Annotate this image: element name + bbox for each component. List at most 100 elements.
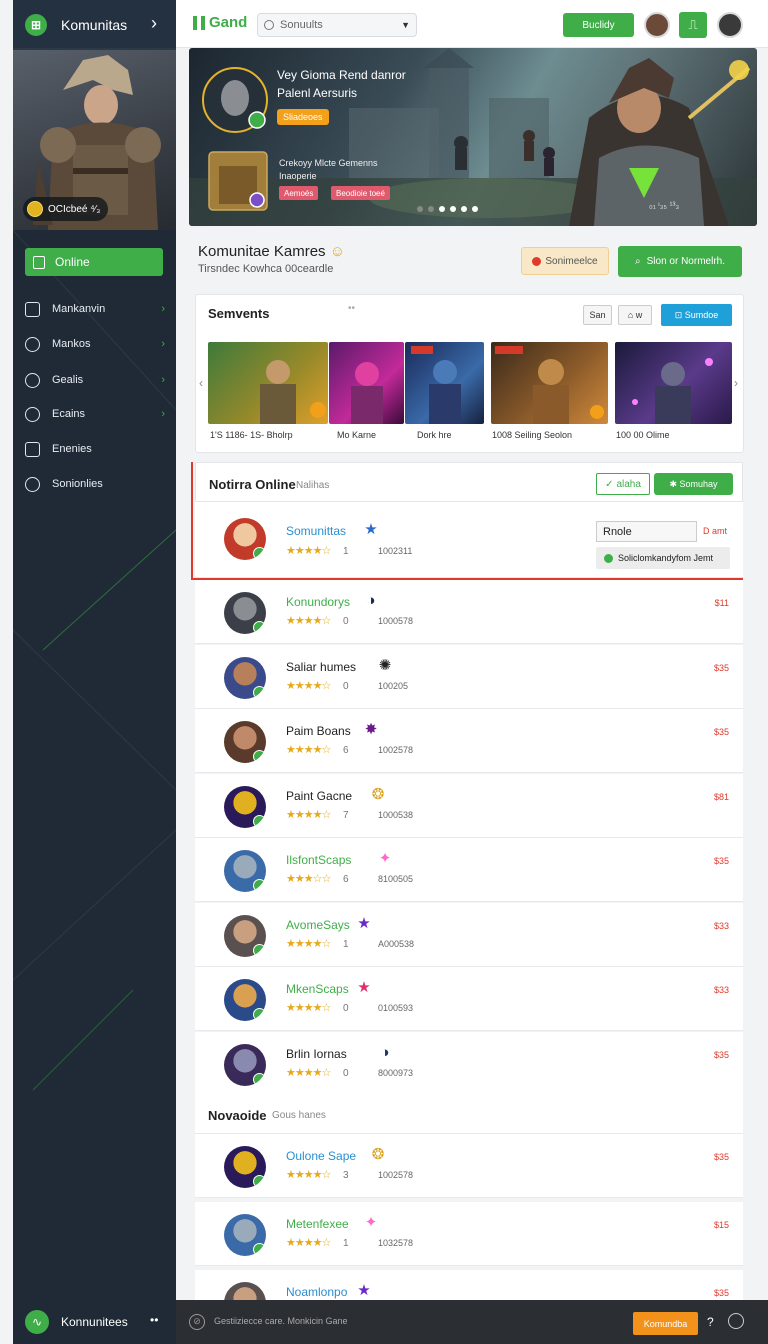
user-row[interactable]: Brlin Iornas ◑ ★★★★☆ 0 8000973 $35 [195,1031,743,1096]
more-icon[interactable]: •• [150,1313,158,1327]
footer-community[interactable]: ∿ Konnunitees •• [13,1300,176,1344]
avatar[interactable] [224,592,266,634]
avatar[interactable] [224,656,266,699]
user-row[interactable]: Oulone Sape ❂ ★★★★☆ 3 1002578 $35 [195,1134,743,1198]
user-name[interactable]: Brlin Iornas [286,1047,347,1061]
avatar[interactable] [224,1214,266,1256]
chevron-right-icon[interactable]: › [151,13,157,34]
avatar[interactable] [644,12,670,38]
avatar[interactable] [224,721,266,763]
sidebar-item-ecains[interactable]: Ecains › [25,403,165,425]
user-row[interactable]: Konundorys ◑ ★★★★☆ 0 1000578 $11 [195,580,743,644]
user-name[interactable]: Paim Boans [286,724,351,738]
page-title-text: Komunitae Kamres [198,243,326,260]
servers-action-button[interactable]: ⊡ Sumdoe [661,304,732,326]
server-tile-1[interactable] [208,342,328,424]
user-name[interactable]: AvomeSays [286,918,350,932]
user-row[interactable]: Saliar humes ✺ ★★★★☆ 0 100205 $35 [195,644,743,709]
role-input[interactable]: Rnole [596,521,697,542]
help-icon[interactable]: ? [707,1315,714,1329]
filter-button[interactable]: ✓ alaha [596,473,650,495]
search-input[interactable]: Sonuults ▼ [257,13,417,37]
avatar[interactable] [224,785,266,828]
online-check-icon [253,879,266,892]
profile-avatar[interactable] [717,12,743,38]
user-row[interactable]: Noamlonpo★★★★★☆$35 [195,1270,743,1324]
banner-tag[interactable]: Sliadeoes [277,109,329,125]
check-circle-icon [25,336,40,352]
sidebar: ⊞ Komunitas › OCIcbeé ⁴⁄₃ Online Mankanv… [13,0,176,1300]
banner-title-line1: Vey Gioma Rend danror [277,68,406,82]
server-tile-label: 100 00 Olime [616,430,670,440]
coin-icon [27,201,43,217]
compass-icon[interactable]: ⊘ [189,1314,205,1330]
banner-chip[interactable]: Aemoés [279,186,319,200]
avatar[interactable] [224,518,266,560]
sidebar-item-label: Gealis [52,374,84,386]
highlight-bar [191,462,193,580]
user-row[interactable]: MkenScaps ★ ★★★★☆ 0 0100593 $33 [195,967,743,1031]
servers-title: Semvents [208,306,270,321]
sidebar-header[interactable]: ⊞ Komunitas › [13,0,176,50]
more-icon[interactable]: •• [348,303,355,314]
user-name[interactable]: MkenScaps [286,982,349,996]
secondary-button[interactable]: Sonimeelce [521,247,609,275]
avatar[interactable] [224,1146,266,1188]
server-tile-label: Mo Karne [337,430,377,440]
sidebar-item-mankos[interactable]: Mankos › [25,333,165,355]
user-score: 7 [343,809,349,821]
chart-icon[interactable]: ⎍ [679,12,707,38]
avatar[interactable] [224,914,266,957]
online-dot-icon [604,553,613,563]
user-price: $81 [713,791,729,802]
topbar-action-button[interactable]: Buclidy [563,13,634,37]
community-button[interactable]: ✱ Somuhay [654,473,733,495]
user-row[interactable]: Paint Gacne ❂ ★★★★☆ 7 1000538 $81 [195,773,743,838]
status-dropdown[interactable]: Soliclomkandyfom Jemt [596,547,730,569]
user-row[interactable]: Metenfexee ✦ ★★★★☆ 1 1032578 $15 [195,1202,743,1266]
primary-button[interactable]: ⌕ Slon or Normelrh. [618,246,742,277]
filter-icon: ⊡ [674,309,683,320]
banner-chip[interactable]: Beodioie toeé [331,186,390,200]
sidebar-item-online[interactable]: Online [25,248,163,276]
server-tile-3[interactable] [405,342,484,424]
user-name[interactable]: Metenfexee [286,1217,349,1231]
user-name[interactable]: Saliar humes [286,660,356,674]
hero-card[interactable]: OCIcbeé ⁴⁄₃ [13,50,176,230]
user-row[interactable]: IlsfontScaps ✦ ★★★☆☆ 6 8100505 $35 [195,838,743,902]
footer-action-button[interactable]: Komundba [633,1312,698,1335]
user-price: $11 [714,598,729,608]
server-tile-4[interactable] [491,342,608,424]
user-row[interactable]: Paim Boans ✸ ★★★★☆ 6 1002578 $35 [195,709,743,773]
user-name[interactable]: Noamlonpo [286,1285,347,1299]
carousel-dots[interactable] [417,206,478,212]
carousel-next-icon[interactable]: › [734,376,738,390]
server-tile-5[interactable] [615,342,732,424]
user-score: 1 [343,938,349,950]
carousel-prev-icon[interactable]: ‹ [199,376,203,390]
avatar[interactable] [224,979,266,1021]
sidebar-item-sonionlies[interactable]: Sonionlies [25,473,165,495]
user-name[interactable]: IlsfontScaps [286,853,351,867]
avatar[interactable] [224,1043,266,1086]
sidebar-item-enenies[interactable]: Enenies [25,438,165,460]
user-row[interactable]: AvomeSays ★ ★★★★☆ 1 A000538 $33 [195,902,743,967]
user-price: $35 [713,1049,729,1060]
avatar[interactable] [224,850,266,892]
hero-badge: OCIcbeé ⁴⁄₃ [23,197,109,221]
server-tile-2[interactable] [329,342,404,424]
sidebar-item-mankanvin[interactable]: Mankanvin › [25,298,165,320]
view-toggle[interactable]: ⌂ w [618,305,652,325]
rank-badge-icon: ★ [357,979,371,996]
user-name[interactable]: Paint Gacne [286,789,352,803]
san-toggle[interactable]: San [583,305,612,325]
hero-badge-text: OCIcbeé ⁴⁄₃ [48,203,101,215]
brand[interactable]: Gand [193,14,247,31]
user-id: 0100593 [378,1003,414,1013]
settings-icon[interactable] [728,1313,744,1329]
user-name[interactable]: Oulone Sape [286,1149,356,1163]
user-name[interactable]: Somunittas [286,524,346,538]
sidebar-item-gealis[interactable]: Gealis › [25,369,165,391]
hero-banner[interactable]: Vey Gioma Rend danror Palenl Aersuris Sl… [189,48,757,226]
user-name[interactable]: Konundorys [286,595,350,609]
